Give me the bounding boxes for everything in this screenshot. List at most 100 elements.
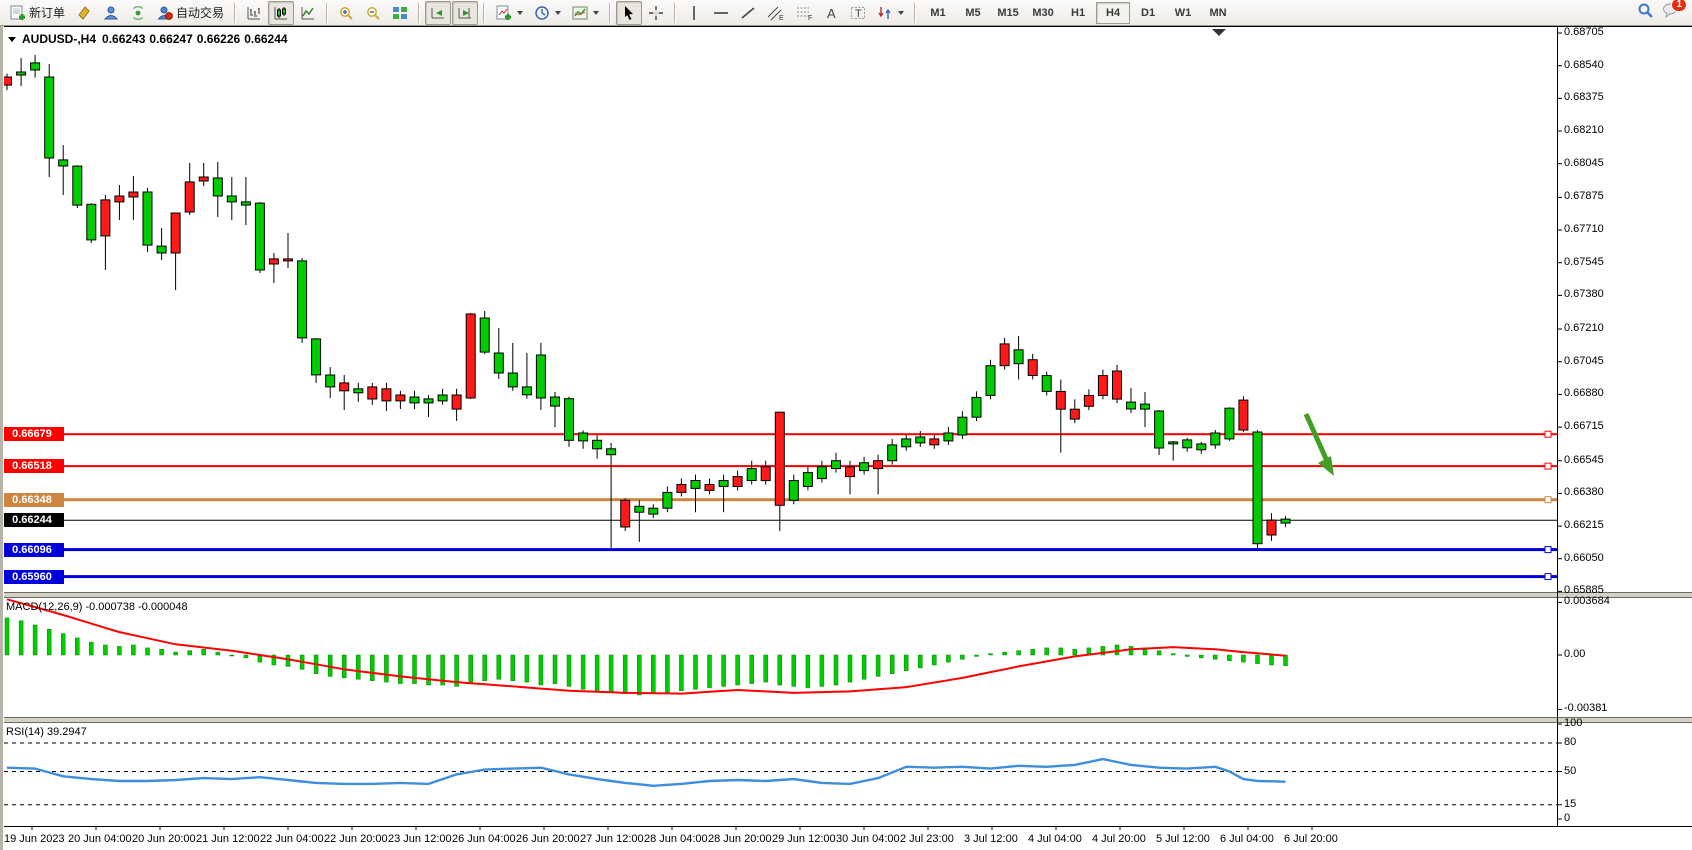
timeframe-d1-button[interactable]: D1 [1131, 2, 1165, 24]
chevron-down-icon[interactable] [555, 11, 561, 15]
vertical-line-icon [686, 5, 702, 21]
vertical-line-button[interactable] [681, 1, 707, 25]
price-line-badge: 0.66679 [0, 427, 64, 441]
profile-button[interactable] [98, 1, 124, 25]
templates-button[interactable] [567, 1, 604, 25]
chart-window[interactable]: AUDUSD-,H4 0.66243 0.66247 0.66226 0.662… [0, 26, 1692, 850]
rsi-axis-label: 50 [1564, 765, 1576, 777]
time-axis-label: 23 Jun 12:00 [388, 833, 452, 845]
notifications-icon[interactable]: 1 [1662, 2, 1680, 23]
price-line-badge: 0.66518 [0, 459, 64, 473]
timeframe-m5-button[interactable]: M5 [956, 2, 990, 24]
line-chart-button[interactable] [295, 1, 321, 25]
toolbar-separator [483, 3, 485, 23]
fibonacci-icon: F [796, 5, 814, 21]
svg-text:T: T [855, 8, 862, 20]
shapes-button[interactable] [872, 1, 909, 25]
crosshair-icon [648, 5, 664, 21]
time-axis-label: 6 Jul 20:00 [1284, 833, 1338, 845]
time-axis-label: 26 Jun 04:00 [452, 833, 516, 845]
new-order-label: 新订单 [29, 4, 65, 21]
timeframe-m1-button[interactable]: M1 [921, 2, 955, 24]
cursor-button[interactable] [616, 1, 642, 25]
zoom-in-icon [338, 5, 354, 21]
equidistant-channel-icon: E [767, 5, 785, 21]
periods-button[interactable] [529, 1, 566, 25]
zoom-out-button[interactable] [360, 1, 386, 25]
timeframe-h1-button[interactable]: H1 [1061, 2, 1095, 24]
chevron-down-icon[interactable] [517, 11, 523, 15]
time-axis-label: 2 Jul 23:00 [900, 833, 954, 845]
price-axis-label: 0.67045 [1564, 355, 1604, 367]
signals-icon [130, 5, 146, 21]
horizontal-line-button[interactable] [708, 1, 734, 25]
time-axis-label: 5 Jul 12:00 [1156, 833, 1210, 845]
svg-text:A: A [827, 6, 836, 21]
indicators-icon [495, 5, 512, 21]
timeframe-w1-button[interactable]: W1 [1166, 2, 1200, 24]
chart-title: AUDUSD-,H4 0.66243 0.66247 0.66226 0.662… [8, 32, 288, 46]
horizontal-line-icon [713, 5, 729, 21]
new-order-button[interactable]: 新订单 [4, 1, 70, 25]
market-watch-icon [76, 5, 92, 21]
price-axis-label: 0.66715 [1564, 420, 1604, 432]
shapes-icon [877, 5, 893, 21]
search-icon[interactable] [1637, 2, 1654, 24]
chevron-down-icon[interactable] [898, 11, 904, 15]
line-chart-icon [300, 5, 316, 21]
toolbar-separator [418, 3, 420, 23]
time-axis-label: 26 Jun 20:00 [516, 833, 580, 845]
timeframe-m15-button[interactable]: M15 [991, 2, 1025, 24]
price-axis-label: 0.66880 [1564, 387, 1604, 399]
auto-scroll-button[interactable] [425, 1, 451, 25]
toolbar-separator [326, 3, 328, 23]
candle-chart-button[interactable] [268, 1, 294, 25]
time-axis-label: 22 Jun 20:00 [324, 833, 388, 845]
window-edge [0, 26, 4, 850]
rsi-axis-label: 15 [1564, 798, 1576, 810]
price-axis-label: 0.66215 [1564, 519, 1604, 531]
price-axis-label: 0.68540 [1564, 59, 1604, 71]
indicators-button[interactable] [490, 1, 528, 25]
trendline-button[interactable] [735, 1, 761, 25]
market-watch-button[interactable] [71, 1, 97, 25]
equidistant-channel-button[interactable]: E [762, 1, 790, 25]
price-axis-label: 0.66545 [1564, 454, 1604, 466]
time-axis-label: 20 Jun 04:00 [68, 833, 132, 845]
ohlc-high: 0.66247 [149, 32, 192, 46]
auto-trading-button[interactable]: 自动交易 [152, 1, 229, 25]
timeframe-m30-button[interactable]: M30 [1026, 2, 1060, 24]
chevron-down-icon[interactable] [593, 11, 599, 15]
rsi-indicator-label: RSI(14) 39.2947 [6, 726, 87, 738]
crosshair-button[interactable] [643, 1, 669, 25]
signals-button[interactable] [125, 1, 151, 25]
toolbar-separator [609, 3, 611, 23]
text-label-icon: T [850, 5, 866, 21]
time-axis-label: 21 Jun 12:00 [196, 833, 260, 845]
time-axis-label: 19 Jun 2023 [4, 833, 65, 845]
ohlc-open: 0.66243 [102, 32, 145, 46]
fibonacci-button[interactable]: F [791, 1, 819, 25]
timeframe-mn-button[interactable]: MN [1201, 2, 1235, 24]
price-axis-label: 0.67380 [1564, 288, 1604, 300]
price-chart-canvas[interactable] [0, 26, 1692, 850]
tile-windows-button[interactable] [387, 1, 413, 25]
bar-chart-icon [246, 5, 262, 21]
templates-icon [572, 5, 588, 21]
price-axis-label: 0.68375 [1564, 91, 1604, 103]
bar-chart-button[interactable] [241, 1, 267, 25]
zoom-in-button[interactable] [333, 1, 359, 25]
time-axis-label: 3 Jul 12:00 [964, 833, 1018, 845]
time-axis-label: 30 Jun 04:00 [836, 833, 900, 845]
text-button[interactable]: A [820, 1, 844, 25]
timeframe-h4-button[interactable]: H4 [1096, 2, 1130, 24]
price-axis-label: 0.66050 [1564, 552, 1604, 564]
text-label-button[interactable]: T [845, 1, 871, 25]
macd-axis-label: 0.00 [1564, 648, 1585, 660]
chevron-down-icon[interactable] [8, 37, 16, 42]
auto-trading-icon [157, 5, 173, 21]
svg-text:F: F [808, 15, 812, 21]
chart-shift-button[interactable] [452, 1, 478, 25]
mt4-terminal-window: 新订单 自动交易 E F A T M1M5M15M30H1H4D1W1MN 1 AUDUSD-… [0, 0, 1692, 850]
time-axis-label: 22 Jun 04:00 [260, 833, 324, 845]
